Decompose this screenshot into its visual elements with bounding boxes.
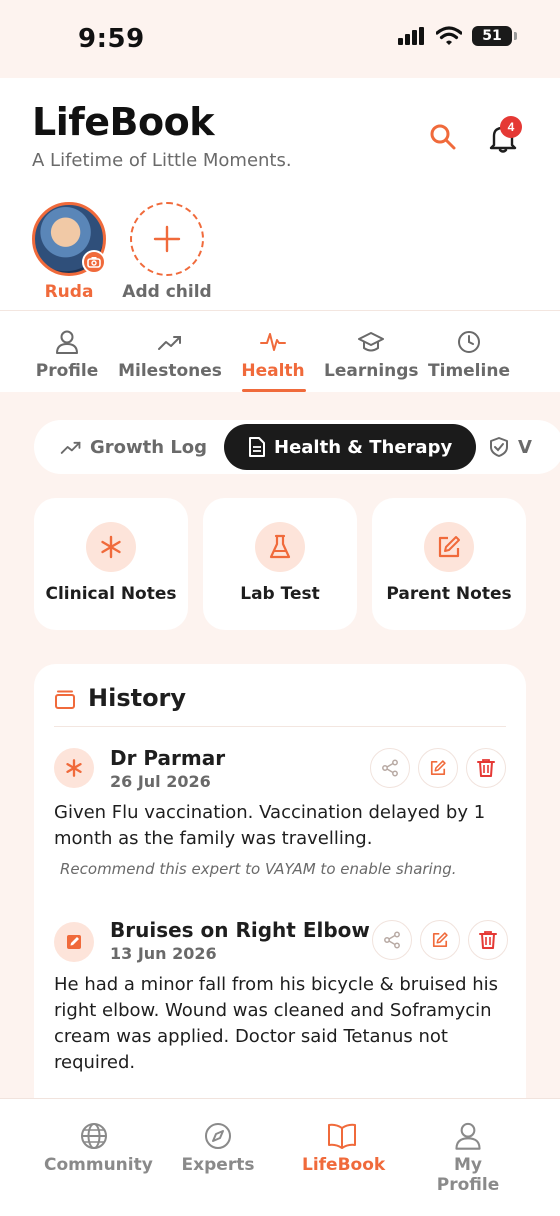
entry-note: Recommend this expert to VAYAM to enable… <box>60 860 457 878</box>
entry-date: 13 Jun 2026 <box>110 944 217 963</box>
parent-notes-card[interactable]: Parent Notes <box>372 498 526 630</box>
add-child-label[interactable]: Add child <box>114 282 220 302</box>
search-icon <box>430 124 456 150</box>
document-icon <box>249 437 265 457</box>
nav-my-profile[interactable]: My Profile <box>420 1121 516 1195</box>
delete-button[interactable] <box>466 748 506 788</box>
person-icon <box>56 330 78 354</box>
edit-icon <box>54 922 94 962</box>
signal-icon <box>398 27 424 45</box>
card-label: Parent Notes <box>386 584 512 604</box>
camera-icon[interactable] <box>82 250 106 274</box>
compass-icon <box>205 1123 231 1149</box>
edit-icon <box>432 932 448 948</box>
trend-icon <box>158 336 181 350</box>
status-bar: 9:59 51 <box>0 0 560 78</box>
edit-button[interactable] <box>420 920 460 960</box>
entry-text: He had a minor fall from his bicycle & b… <box>54 974 499 1073</box>
graduation-cap-icon <box>358 332 384 352</box>
status-icons: 51 <box>398 26 517 46</box>
entry-date: 26 Jul 2026 <box>110 772 211 791</box>
edit-button[interactable] <box>418 748 458 788</box>
edit-icon <box>430 760 446 776</box>
entry-title: Bruises on Right Elbow <box>110 918 370 942</box>
asterisk-icon <box>86 522 136 572</box>
app-subtitle: A Lifetime of Little Moments. <box>32 150 292 171</box>
card-label: Lab Test <box>240 584 320 604</box>
divider <box>54 726 506 727</box>
child-name[interactable]: Ruda <box>32 282 106 302</box>
segment-health-therapy[interactable]: Health & Therapy <box>224 424 477 470</box>
nav-experts[interactable]: Experts <box>180 1121 256 1175</box>
clock-icon <box>458 331 480 353</box>
health-segment-control: Growth Log Health & Therapy V <box>34 420 560 474</box>
tab-timeline[interactable]: Timeline <box>428 329 510 381</box>
entry-title: Dr Parmar <box>110 746 226 770</box>
edit-icon <box>424 522 474 572</box>
globe-icon <box>81 1123 107 1149</box>
wifi-icon <box>436 26 462 45</box>
history-title: History <box>88 684 187 712</box>
share-icon <box>384 931 400 949</box>
tab-health[interactable]: Health <box>240 329 306 381</box>
plus-icon <box>153 225 181 253</box>
shield-icon <box>490 437 508 457</box>
nav-community[interactable]: Community <box>44 1121 153 1175</box>
health-content: Growth Log Health & Therapy V Clinical N… <box>0 392 560 1124</box>
app-header: LifeBook A Lifetime of Little Moments. 4… <box>0 78 560 310</box>
trash-icon <box>477 759 495 777</box>
bottom-navigation: Community Experts LifeBook My Profile <box>0 1098 560 1216</box>
share-button[interactable] <box>372 920 412 960</box>
nav-lifebook[interactable]: LifeBook <box>302 1121 385 1175</box>
notification-badge: 4 <box>500 116 522 138</box>
add-child-button[interactable] <box>130 202 204 276</box>
trend-icon <box>60 441 81 454</box>
share-icon <box>382 759 398 777</box>
segment-third[interactable]: V <box>488 420 532 474</box>
person-icon <box>455 1122 481 1150</box>
segment-growth-log[interactable]: Growth Log <box>60 420 207 474</box>
clinical-notes-card[interactable]: Clinical Notes <box>34 498 188 630</box>
app-title: LifeBook <box>32 100 215 144</box>
archive-icon <box>55 690 75 709</box>
tab-milestones[interactable]: Milestones <box>118 329 222 381</box>
search-button[interactable] <box>428 122 458 152</box>
share-button[interactable] <box>370 748 410 788</box>
entry-text: Given Flu vaccination. Vaccination delay… <box>54 802 486 849</box>
battery-indicator: 51 <box>472 26 517 46</box>
card-label: Clinical Notes <box>45 584 177 604</box>
main-tabs: Profile Milestones Health Learnings Time… <box>0 310 560 392</box>
tab-learnings[interactable]: Learnings <box>324 329 419 381</box>
delete-button[interactable] <box>468 920 508 960</box>
flask-icon <box>255 522 305 572</box>
trash-icon <box>479 931 497 949</box>
asterisk-icon <box>54 748 94 788</box>
book-icon <box>328 1123 356 1149</box>
tab-profile[interactable]: Profile <box>34 329 100 381</box>
lab-test-card[interactable]: Lab Test <box>203 498 357 630</box>
pulse-icon <box>260 333 286 351</box>
status-time: 9:59 <box>78 24 145 54</box>
history-panel: History Dr Parmar 26 Jul 2026 Given Flu … <box>34 664 526 1124</box>
